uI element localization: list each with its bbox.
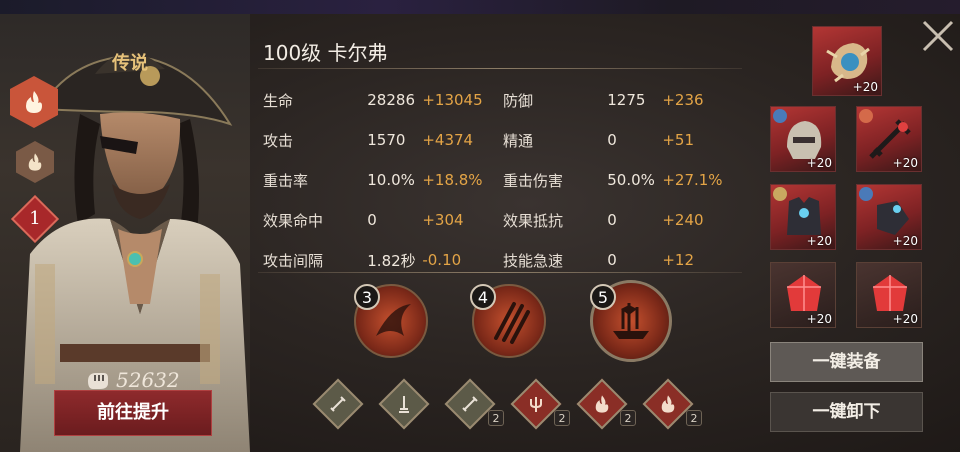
stat-name: 精通 [503, 131, 534, 150]
trident-icon [518, 386, 554, 422]
hero-detail-panel: 传说 1 52632 前往提升 100级 卡尔弗 生命 28286 +13045… [0, 0, 960, 452]
stat-bonus: +13045 [422, 91, 483, 109]
equip-slot-gem[interactable]: +20 [770, 262, 836, 328]
stat-row: 攻击 1570 +4374 精通 0 +51 [263, 120, 743, 160]
stat-bonus: +18.8% [422, 171, 483, 189]
equip-level: +20 [806, 156, 832, 170]
top-banner [0, 0, 960, 14]
set-tag-icon [773, 187, 787, 201]
set-tag-icon [773, 109, 787, 123]
stats-table: 生命 28286 +13045 防御 1275 +236 攻击 1570 +43… [263, 80, 743, 280]
stat-value: 0 [367, 211, 377, 229]
equip-level: +20 [806, 234, 832, 248]
stat-value: 10.0% [367, 171, 415, 189]
stat-name: 技能急速 [503, 251, 564, 270]
upgrade-button[interactable]: 前往提升 [54, 390, 212, 436]
equip-level: +20 [852, 80, 878, 94]
stat-value: 0 [607, 131, 617, 149]
power-value: 52632 [116, 368, 180, 392]
stat-name: 效果抵抗 [503, 211, 564, 230]
equip-level: +20 [806, 312, 832, 326]
set-tag-icon [859, 109, 873, 123]
stat-bonus: +27.1% [662, 171, 723, 189]
equip-slot-gem[interactable]: +20 [856, 262, 922, 328]
equip-level: +20 [892, 234, 918, 248]
stat-name: 重击率 [263, 171, 309, 190]
skills-row: 3 4 5 [350, 280, 672, 362]
stat-value: 1570 [367, 131, 406, 149]
stat-bonus: -0.10 [422, 251, 462, 269]
relic-slot[interactable]: +20 [812, 26, 882, 96]
stats-divider [258, 272, 742, 273]
combat-power: 52632 [84, 368, 180, 392]
stat-value: 1.82秒 [367, 251, 416, 270]
title-divider [258, 68, 742, 69]
stat-bonus: +4374 [422, 131, 474, 149]
stat-value: 1275 [607, 91, 646, 109]
fist-icon [88, 373, 108, 389]
rune-count: 2 [686, 410, 702, 426]
skill-level: 3 [354, 284, 380, 310]
sword-stand-icon [386, 386, 422, 422]
stat-name: 效果命中 [263, 211, 324, 230]
equip-all-button[interactable]: 一键装备 [770, 342, 923, 382]
stat-value: 0 [607, 251, 617, 269]
rune-row: 2 2 2 2 [312, 378, 716, 430]
equip-slot-helmet[interactable]: +20 [770, 106, 836, 172]
sword-icon [320, 386, 356, 422]
rune-count: 2 [620, 410, 636, 426]
stat-value: 0 [607, 211, 617, 229]
equip-slot-armor[interactable]: +20 [770, 184, 836, 250]
rune-count: 2 [488, 410, 504, 426]
stat-bonus: +51 [662, 131, 694, 149]
equip-level: +20 [892, 156, 918, 170]
stat-value: 50.0% [607, 171, 655, 189]
stat-row: 攻击间隔 1.82秒 -0.10 技能急速 0 +12 [263, 240, 743, 280]
equip-slot-weapon[interactable]: +20 [856, 106, 922, 172]
equip-level: +20 [892, 312, 918, 326]
stat-row: 重击率 10.0% +18.8% 重击伤害 50.0% +27.1% [263, 160, 743, 200]
stat-bonus: +304 [422, 211, 464, 229]
stat-bonus: +12 [662, 251, 694, 269]
stat-row: 生命 28286 +13045 防御 1275 +236 [263, 80, 743, 120]
stat-name: 重击伤害 [503, 171, 564, 190]
sword-icon [452, 386, 488, 422]
fire-icon [584, 386, 620, 422]
close-button[interactable] [918, 16, 958, 56]
unequip-all-button[interactable]: 一键卸下 [770, 392, 923, 432]
stat-name: 攻击 [263, 131, 294, 150]
stat-name: 生命 [263, 91, 294, 110]
stat-value: 28286 [367, 91, 415, 109]
stat-row: 效果命中 0 +304 效果抵抗 0 +240 [263, 200, 743, 240]
rarity-label: 传说 [112, 53, 148, 74]
skill-level: 5 [590, 284, 616, 310]
stat-name: 防御 [503, 91, 534, 110]
skill-level: 4 [470, 284, 496, 310]
stat-bonus: +236 [662, 91, 704, 109]
set-tag-icon [859, 187, 873, 201]
star-level-number: 1 [29, 208, 41, 229]
stat-bonus: +240 [662, 211, 704, 229]
stat-name: 攻击间隔 [263, 251, 324, 270]
hero-portrait: 传说 1 52632 [0, 14, 250, 452]
equip-slot-gauntlet[interactable]: +20 [856, 184, 922, 250]
close-icon [922, 20, 954, 52]
fire-icon [650, 386, 686, 422]
rune-count: 2 [554, 410, 570, 426]
hero-title: 100级 卡尔弗 [263, 41, 388, 65]
